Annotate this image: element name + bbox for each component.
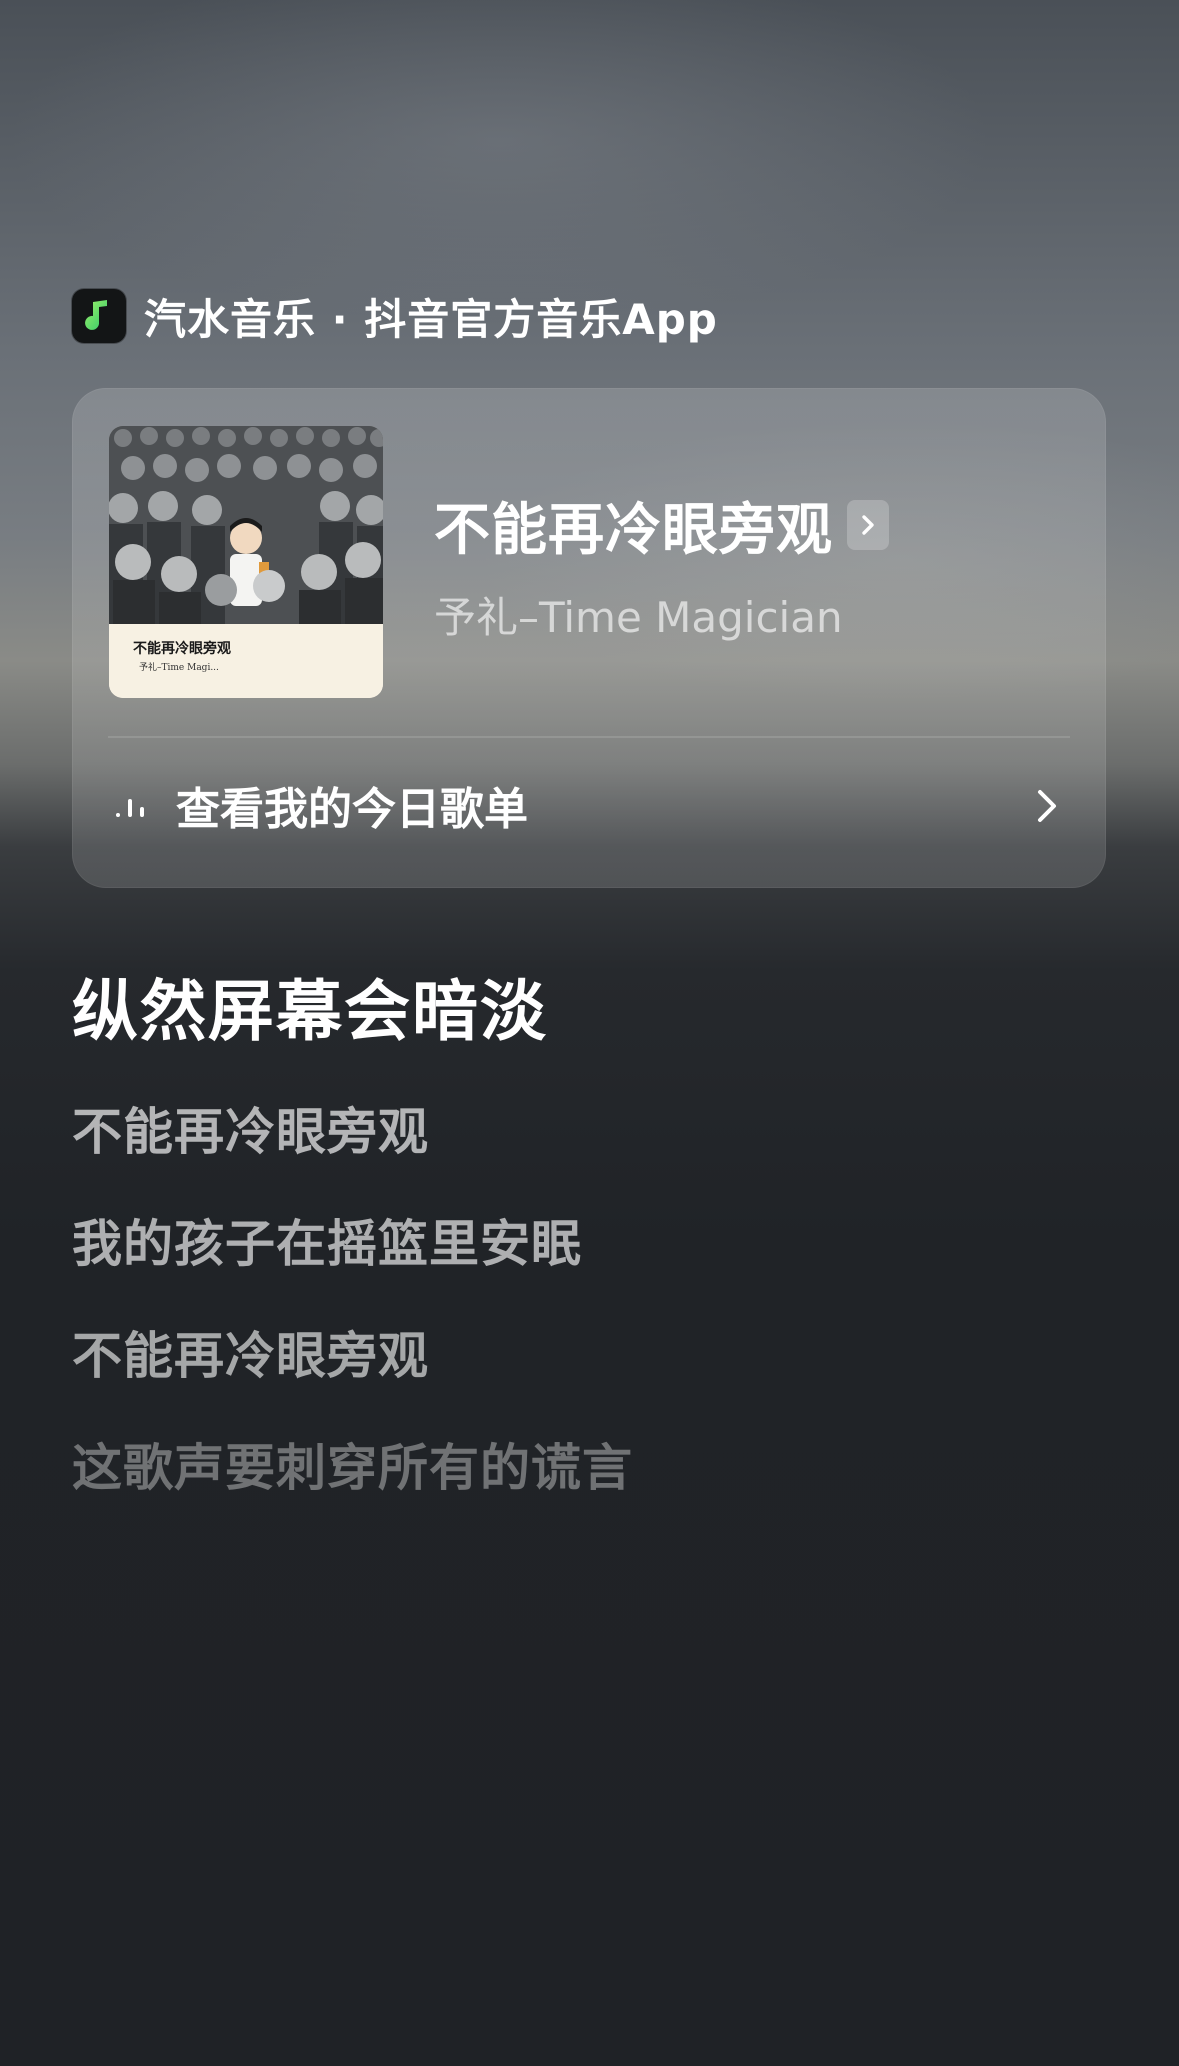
album-cover-title: 不能再冷眼旁观 (133, 641, 231, 657)
qishui-music-logo-icon (72, 289, 126, 343)
album-cover[interactable]: 不能再冷眼旁观 予礼–Time Magi... (109, 426, 383, 698)
song-title: 不能再冷眼旁观 (434, 497, 833, 563)
app-brand-header: 汽水音乐 · 抖音官方音乐App (72, 288, 718, 344)
card-divider (108, 736, 1070, 738)
today-playlist-button[interactable]: 查看我的今日歌单 (108, 750, 1070, 860)
lyric-line: 这歌声要刺穿所有的谎言 (72, 1439, 633, 1497)
album-cover-subtitle: 予礼–Time Magi... (139, 663, 219, 673)
album-cover-caption: 不能再冷眼旁观 予礼–Time Magi... (109, 624, 383, 698)
lyric-line: 不能再冷眼旁观 (72, 1103, 429, 1161)
song-artist[interactable]: 予礼–Time Magician (434, 584, 843, 645)
brand-text: 汽水音乐 · 抖音官方音乐App (144, 294, 718, 344)
lyric-line: 我的孩子在摇篮里安眠 (72, 1215, 582, 1273)
lyric-current-line: 纵然屏幕会暗淡 (72, 973, 548, 1050)
album-cover-art (109, 426, 383, 624)
song-card[interactable]: 不能再冷眼旁观 予礼–Time Magi... 不能再冷眼旁观 予礼–Time … (72, 388, 1106, 888)
playlist-label: 查看我的今日歌单 (176, 784, 528, 835)
song-title-link[interactable]: 不能再冷眼旁观 (434, 490, 889, 563)
chevron-right-icon (847, 500, 889, 550)
chevron-right-icon (1026, 786, 1066, 826)
lyric-line: 不能再冷眼旁观 (72, 1327, 429, 1385)
audio-bars-icon (114, 785, 158, 825)
